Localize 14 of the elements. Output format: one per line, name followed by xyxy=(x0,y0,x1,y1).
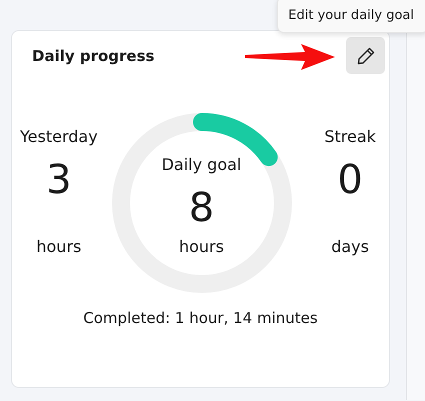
stat-unit: hours xyxy=(36,236,82,258)
card-title: Daily progress xyxy=(32,46,154,64)
stat-label: Streak xyxy=(324,126,376,148)
edit-button[interactable] xyxy=(346,37,385,74)
stat-label: Yesterday xyxy=(20,126,98,148)
stat-value: 8 xyxy=(188,184,214,233)
stat-value: 0 xyxy=(337,156,363,205)
stat-unit: hours xyxy=(178,236,224,258)
stat-label: Daily goal xyxy=(162,154,242,176)
stat-unit: days xyxy=(331,236,369,258)
pencil-icon xyxy=(356,46,376,66)
stat-value: 3 xyxy=(46,156,72,205)
completed-text: Completed: 1 hour, 14 minutes xyxy=(82,308,319,329)
tooltip: Edit your daily goal xyxy=(277,0,425,33)
